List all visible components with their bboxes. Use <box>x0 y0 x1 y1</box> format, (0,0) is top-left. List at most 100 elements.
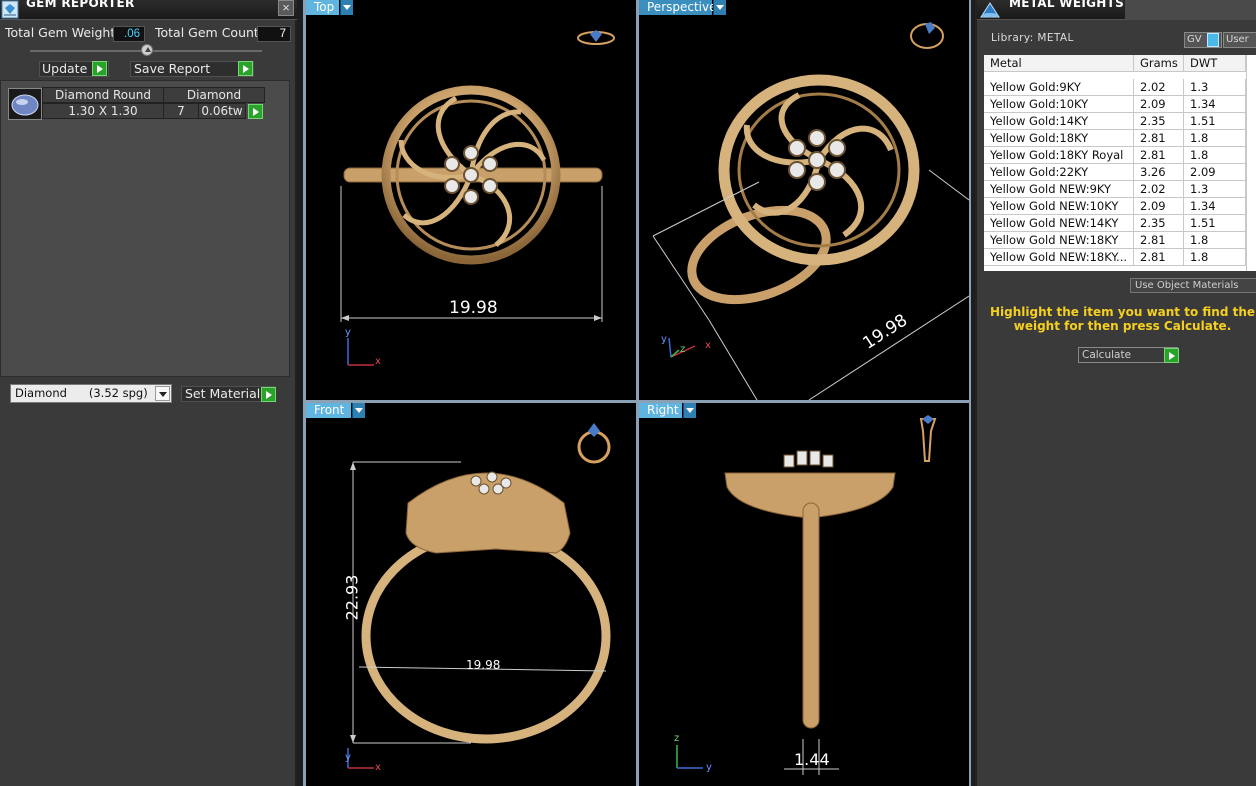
column-header-grams[interactable]: Grams <box>1134 55 1184 72</box>
grams-cell: 2.09 <box>1134 96 1184 113</box>
save-report-go-icon[interactable] <box>238 61 253 76</box>
grams-cell: 2.35 <box>1134 113 1184 130</box>
save-report-button[interactable]: Save Report <box>130 61 254 77</box>
front-width-dimension: 19.98 <box>466 658 501 672</box>
table-scrollbar[interactable] <box>1246 55 1256 271</box>
dwt-cell: 1.34 <box>1184 96 1246 113</box>
user-label: User <box>1226 34 1249 45</box>
calculate-go-icon[interactable] <box>1164 348 1179 363</box>
total-gem-count-label: Total Gem Count <box>155 25 259 40</box>
gem-type-cell[interactable]: Diamond <box>163 87 265 103</box>
perspective-view-menu-icon[interactable] <box>713 0 726 15</box>
metal-weights-table: Metal Grams DWT Yellow Gold:9KY 2.02 1.3… <box>984 55 1256 271</box>
metal-cell: Yellow Gold:9KY <box>984 79 1134 96</box>
metal-cell: Yellow Gold NEW:18KY <box>984 232 1134 249</box>
table-row[interactable]: Yellow Gold:18KY Royal 2.81 1.8 <box>984 147 1256 164</box>
front-view-menu-icon[interactable] <box>352 403 365 418</box>
grams-cell: 3.26 <box>1134 164 1184 181</box>
gv-toggle-icon[interactable] <box>1207 33 1219 47</box>
gem-row-go-icon[interactable] <box>248 104 263 119</box>
table-row[interactable]: Yellow Gold NEW:9KY 2.02 1.3 <box>984 181 1256 198</box>
viewport-front[interactable]: Front 22.93 19.98 y x <box>306 403 636 786</box>
axis-y-label: y <box>345 752 351 763</box>
axis-y-label: y <box>661 334 667 345</box>
metal-cell: Yellow Gold NEW:18KY... <box>984 249 1134 266</box>
axis-z-label: z <box>674 733 680 744</box>
set-material-button-label: Set Material <box>185 386 261 401</box>
collapse-splitter-handle[interactable] <box>141 44 153 56</box>
grams-cell: 2.81 <box>1134 232 1184 249</box>
dwt-cell: 1.8 <box>1184 130 1246 147</box>
gem-reporter-panel: GEM REPORTER × Total Gem Weight .06 Tota… <box>0 0 297 786</box>
dwt-cell: 2.09 <box>1184 164 1246 181</box>
tab-front[interactable]: Front <box>306 403 351 418</box>
gem-reporter-titlebar[interactable]: GEM REPORTER × <box>0 0 297 20</box>
top-view-menu-icon[interactable] <box>340 0 353 15</box>
table-row[interactable]: Yellow Gold NEW:14KY 2.35 1.51 <box>984 215 1256 232</box>
update-button-label: Update <box>42 61 88 76</box>
metal-weights-icon <box>980 2 1000 18</box>
calculate-button[interactable]: Calculate <box>1078 347 1178 363</box>
tab-right[interactable]: Right <box>639 403 682 418</box>
viewport-top[interactable]: Top 19.98 y x <box>306 0 636 400</box>
axis-z-label: z <box>680 344 686 355</box>
total-gem-weight-value: .06 <box>113 26 145 42</box>
ring-perspective-view <box>652 22 969 400</box>
column-header-dwt[interactable]: DWT <box>1184 55 1246 72</box>
grams-cell: 2.81 <box>1134 249 1184 266</box>
table-row[interactable]: Yellow Gold NEW:18KY 2.81 1.8 <box>984 232 1256 249</box>
metal-cell: Yellow Gold NEW:10KY <box>984 198 1134 215</box>
material-select[interactable]: Diamond (3.52 spg) <box>10 384 172 403</box>
gem-weight-cell: 0.06tw <box>198 103 246 119</box>
metal-cell: Yellow Gold:14KY <box>984 113 1134 130</box>
grams-cell: 2.81 <box>1134 147 1184 164</box>
table-row[interactable]: Yellow Gold:22KY 3.26 2.09 <box>984 164 1256 181</box>
dwt-cell: 1.8 <box>1184 232 1246 249</box>
gv-label: GV <box>1187 34 1202 45</box>
grams-cell: 2.09 <box>1134 198 1184 215</box>
dwt-cell: 1.51 <box>1184 113 1246 130</box>
column-header-metal[interactable]: Metal <box>984 55 1134 72</box>
dwt-cell: 1.3 <box>1184 181 1246 198</box>
grams-cell: 2.02 <box>1134 181 1184 198</box>
metal-cell: Yellow Gold:18KY <box>984 130 1134 147</box>
right-view-menu-icon[interactable] <box>683 403 696 418</box>
gem-reporter-title: GEM REPORTER <box>26 0 135 10</box>
table-row[interactable]: Yellow Gold:10KY 2.09 1.34 <box>984 96 1256 113</box>
update-go-icon[interactable] <box>92 61 107 76</box>
metal-weights-titlebar[interactable]: METAL WEIGHTS <box>977 0 1256 20</box>
gem-size-cell: 1.30 X 1.30 <box>42 103 164 119</box>
use-object-materials-label: Use Object Materials <box>1135 280 1239 291</box>
diamond-gem-icon <box>11 94 39 116</box>
chevron-down-icon[interactable] <box>155 386 170 401</box>
table-row[interactable]: Yellow Gold:9KY 2.02 1.3 <box>984 79 1256 96</box>
table-row[interactable]: Yellow Gold:18KY 2.81 1.8 <box>984 130 1256 147</box>
save-report-button-label: Save Report <box>134 61 211 76</box>
close-icon[interactable]: × <box>278 0 294 16</box>
ring-top-view <box>340 30 615 366</box>
tab-top[interactable]: Top <box>306 0 339 15</box>
material-select-value: Diamond (3.52 spg) <box>15 386 148 400</box>
total-gem-weight-label: Total Gem Weight <box>5 25 116 40</box>
right-thickness-dimension: 1.44 <box>794 750 830 769</box>
gem-shape-cell[interactable]: Diamond Round <box>42 87 164 103</box>
table-row[interactable]: Yellow Gold NEW:10KY 2.09 1.34 <box>984 198 1256 215</box>
viewport-perspective[interactable]: Perspective 19.98 y z x <box>639 0 969 400</box>
dwt-cell: 1.34 <box>1184 198 1246 215</box>
metal-weights-title: METAL WEIGHTS <box>1009 0 1125 10</box>
gv-library-button[interactable]: GV <box>1184 32 1222 48</box>
tab-perspective[interactable]: Perspective <box>639 0 717 15</box>
metal-cell: Yellow Gold:10KY <box>984 96 1134 113</box>
library-label: Library: METAL <box>991 32 1074 44</box>
table-row[interactable]: Yellow Gold NEW:18KY... 2.81 1.8 <box>984 249 1256 266</box>
axis-y-label: y <box>706 762 712 773</box>
diamond-swatch-icon[interactable] <box>8 88 42 120</box>
use-object-materials-button[interactable]: Use Object Materials <box>1130 278 1256 293</box>
front-height-dimension: 22.93 <box>342 574 362 621</box>
total-gem-count-value: 7 <box>257 26 291 42</box>
user-library-button[interactable]: User <box>1223 32 1256 48</box>
viewport-right[interactable]: Right 1.44 z y <box>639 403 969 786</box>
set-material-go-icon[interactable] <box>261 387 276 402</box>
metal-cell: Yellow Gold:18KY Royal <box>984 147 1134 164</box>
table-row[interactable]: Yellow Gold:14KY 2.35 1.51 <box>984 113 1256 130</box>
